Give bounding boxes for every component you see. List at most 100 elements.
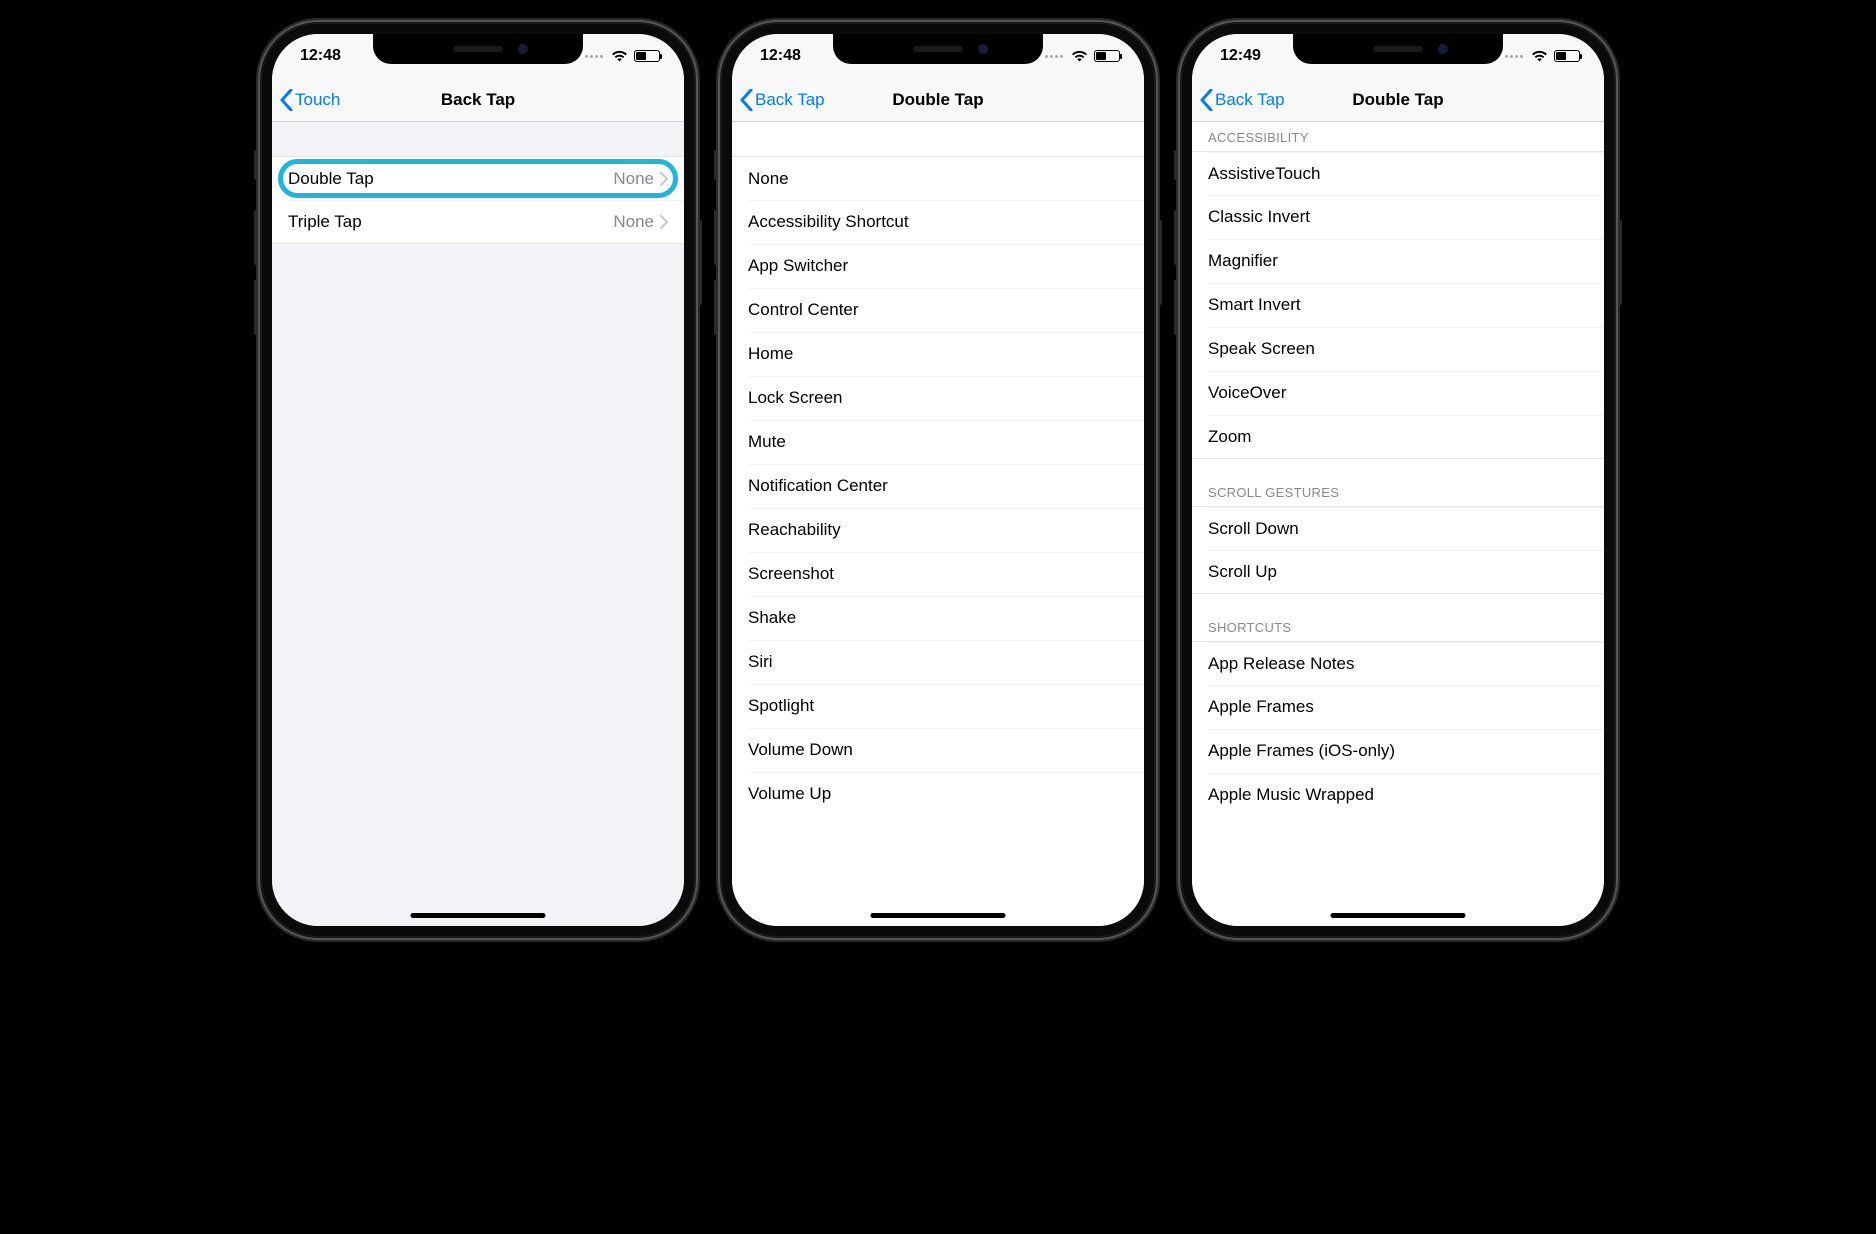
row-label: Apple Music Wrapped xyxy=(1208,785,1374,805)
row-label: Double Tap xyxy=(288,169,374,189)
notch xyxy=(833,34,1043,64)
list-item[interactable]: Accessibility Shortcut xyxy=(732,200,1144,244)
settings-group: Double Tap None Triple Tap None xyxy=(272,156,684,244)
home-indicator[interactable] xyxy=(1331,913,1466,918)
home-indicator[interactable] xyxy=(411,913,546,918)
status-icons xyxy=(585,50,660,62)
chevron-left-icon xyxy=(740,89,753,111)
side-hw-button xyxy=(1618,220,1622,305)
list-item[interactable]: Magnifier xyxy=(1192,239,1604,283)
screen: 12:49 Back Tap Double Tap Accessibility xyxy=(1192,34,1604,926)
back-button[interactable]: Back Tap xyxy=(740,89,825,111)
cellular-icon xyxy=(1045,55,1063,58)
list-item[interactable]: VoiceOver xyxy=(1192,371,1604,415)
row-double-tap[interactable]: Double Tap None xyxy=(272,156,684,200)
list-item[interactable]: Volume Up xyxy=(732,772,1144,816)
row-label: Classic Invert xyxy=(1208,207,1310,227)
notch xyxy=(373,34,583,64)
row-label: Apple Frames xyxy=(1208,697,1314,717)
row-label: Speak Screen xyxy=(1208,339,1315,359)
volume-up-hw-button xyxy=(254,210,258,265)
wifi-icon xyxy=(1071,50,1088,62)
section-header: Scroll Gestures xyxy=(1192,477,1604,506)
list-item[interactable]: App Switcher xyxy=(732,244,1144,288)
row-label: VoiceOver xyxy=(1208,383,1286,403)
list-item[interactable]: Zoom xyxy=(1192,415,1604,459)
volume-up-hw-button xyxy=(1174,210,1178,265)
row-label: Scroll Up xyxy=(1208,562,1277,582)
list-item[interactable]: Speak Screen xyxy=(1192,327,1604,371)
status-time: 12:48 xyxy=(760,47,801,65)
device-frame-3: 12:49 Back Tap Double Tap Accessibility xyxy=(1178,20,1618,940)
section-accessibility: Accessibility AssistiveTouch Classic Inv… xyxy=(1192,122,1604,459)
nav-bar: Touch Back Tap xyxy=(272,78,684,122)
list-item[interactable]: Apple Frames (iOS-only) xyxy=(1192,729,1604,773)
row-label: Smart Invert xyxy=(1208,295,1301,315)
wifi-icon xyxy=(1531,50,1548,62)
side-hw-button xyxy=(698,220,702,305)
row-label: App Switcher xyxy=(748,256,848,276)
section-scroll-gestures: Scroll Gestures Scroll Down Scroll Up xyxy=(1192,477,1604,594)
row-label: Notification Center xyxy=(748,476,888,496)
back-button[interactable]: Touch xyxy=(280,89,340,111)
content-area: None Accessibility Shortcut App Switcher… xyxy=(732,122,1144,926)
list-item[interactable]: Scroll Up xyxy=(1192,550,1604,594)
battery-icon xyxy=(1554,50,1580,62)
list-item[interactable]: Siri xyxy=(732,640,1144,684)
list-item[interactable]: Apple Frames xyxy=(1192,685,1604,729)
back-button[interactable]: Back Tap xyxy=(1200,89,1285,111)
back-label: Touch xyxy=(295,90,340,110)
list-item[interactable]: Screenshot xyxy=(732,552,1144,596)
list-item[interactable]: App Release Notes xyxy=(1192,641,1604,685)
row-value: None xyxy=(613,212,668,232)
row-label: Volume Down xyxy=(748,740,853,760)
list-item[interactable]: Scroll Down xyxy=(1192,506,1604,550)
chevron-left-icon xyxy=(1200,89,1213,111)
status-icons xyxy=(1045,50,1120,62)
section-header: Shortcuts xyxy=(1192,612,1604,641)
status-time: 12:48 xyxy=(300,47,341,65)
wifi-icon xyxy=(611,50,628,62)
list-item[interactable]: Mute xyxy=(732,420,1144,464)
battery-icon xyxy=(634,50,660,62)
silence-switch xyxy=(1174,150,1178,180)
battery-icon xyxy=(1094,50,1120,62)
list-item[interactable]: Lock Screen xyxy=(732,376,1144,420)
row-label: Accessibility Shortcut xyxy=(748,212,909,232)
row-label: Control Center xyxy=(748,300,859,320)
list-item[interactable]: Spotlight xyxy=(732,684,1144,728)
nav-bar: Back Tap Double Tap xyxy=(1192,78,1604,122)
cellular-icon xyxy=(585,55,603,58)
list-item[interactable]: Home xyxy=(732,332,1144,376)
row-label: Scroll Down xyxy=(1208,519,1299,539)
status-time: 12:49 xyxy=(1220,47,1261,65)
back-label: Back Tap xyxy=(1215,90,1285,110)
list-item[interactable]: Reachability xyxy=(732,508,1144,552)
list-item[interactable]: Shake xyxy=(732,596,1144,640)
list-item[interactable]: Classic Invert xyxy=(1192,195,1604,239)
list-item[interactable]: AssistiveTouch xyxy=(1192,151,1604,195)
volume-down-hw-button xyxy=(254,280,258,335)
list-item[interactable]: Notification Center xyxy=(732,464,1144,508)
content-area: Accessibility AssistiveTouch Classic Inv… xyxy=(1192,122,1604,926)
list-item[interactable]: Apple Music Wrapped xyxy=(1192,773,1604,817)
home-indicator[interactable] xyxy=(871,913,1006,918)
volume-down-hw-button xyxy=(1174,280,1178,335)
list-item[interactable]: Control Center xyxy=(732,288,1144,332)
row-label: Zoom xyxy=(1208,427,1251,447)
row-label: Reachability xyxy=(748,520,841,540)
nav-title: Double Tap xyxy=(892,90,983,110)
device-frame-2: 12:48 Back Tap Double Tap None Accessib xyxy=(718,20,1158,940)
side-hw-button xyxy=(1158,220,1162,305)
device-frame-1: 12:48 Touch Back Tap Double Tap xyxy=(258,20,698,940)
row-label: Volume Up xyxy=(748,784,831,804)
row-triple-tap[interactable]: Triple Tap None xyxy=(272,200,684,244)
screen: 12:48 Back Tap Double Tap None Accessib xyxy=(732,34,1144,926)
row-label: Lock Screen xyxy=(748,388,843,408)
row-value: None xyxy=(613,169,668,189)
list-item[interactable]: Smart Invert xyxy=(1192,283,1604,327)
list-item[interactable]: Volume Down xyxy=(732,728,1144,772)
nav-title: Back Tap xyxy=(441,90,515,110)
row-label: Siri xyxy=(748,652,773,672)
list-item[interactable]: None xyxy=(732,156,1144,200)
